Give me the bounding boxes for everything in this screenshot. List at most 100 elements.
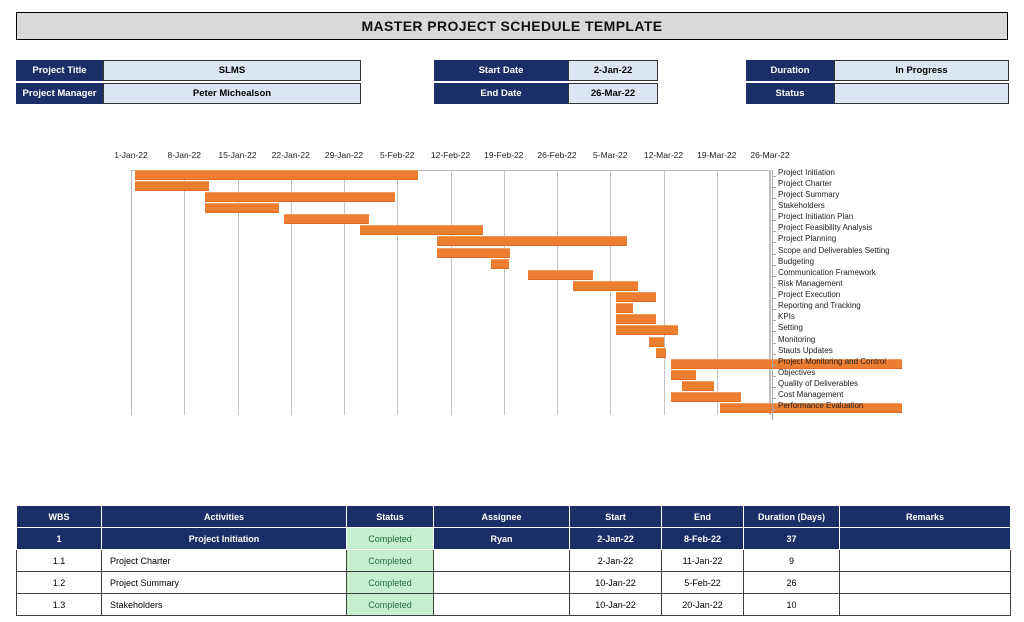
gantt-date-axis: 1-Jan-22 8-Jan-22 15-Jan-22 22-Jan-22 29-Jan… [0, 150, 1024, 168]
table-row[interactable]: 1.1 Project Charter Completed 2-Jan-22 11-Ja… [16, 549, 1011, 572]
axis-tick-label: 22-Jan-22 [271, 150, 310, 160]
gantt-bar[interactable] [528, 269, 593, 280]
gantt-bar[interactable] [360, 225, 483, 236]
table-row[interactable]: 1.3 Stakeholders Completed 10-Jan-22 20-Jan-… [16, 593, 1011, 616]
activities-table-wrapper: WBS Activities Status Assignee Start End Durat… [16, 505, 1011, 616]
table-cell-start: 10-Jan-22 [569, 593, 662, 616]
table-cell-remarks [839, 593, 1011, 616]
table-column-header: Status [346, 505, 434, 528]
axis-tick-label: 26-Mar-22 [750, 150, 790, 160]
gridline [770, 170, 771, 415]
status-row: Status [746, 83, 1009, 104]
gantt-task-label: Quality of Deliverables [778, 379, 859, 389]
gantt-task-label: Project Feasibility Analysis [778, 223, 873, 233]
axis-tick-label: 12-Mar-22 [643, 150, 684, 160]
task-tick-mark [772, 387, 776, 389]
project-title-value[interactable]: SLMS [103, 60, 361, 81]
status-info-block: Duration In Progress Status [746, 60, 1009, 104]
table-column-header: Remarks [839, 505, 1011, 528]
gantt-bar[interactable] [491, 258, 509, 269]
task-tick-mark [772, 364, 776, 366]
project-manager-value[interactable]: Peter Michealson [103, 83, 361, 104]
end-date-row: End Date 26-Mar-22 [434, 83, 658, 104]
dates-info-block: Start Date 2-Jan-22 End Date 26-Mar-22 [434, 60, 658, 104]
table-row[interactable]: 1.2 Project Summary Completed 10-Jan-22 5-Fe… [16, 571, 1011, 594]
gantt-bar[interactable] [616, 314, 656, 325]
gantt-bar[interactable] [616, 303, 633, 314]
project-manager-row: Project Manager Peter Michealson [16, 83, 361, 104]
gridline [503, 170, 505, 415]
gantt-task-label: Monitoring [778, 334, 816, 344]
end-date-value[interactable]: 26-Mar-22 [568, 83, 658, 104]
gantt-task-label: Scope and Deliverables Setting [778, 245, 890, 255]
table-column-header: Start [569, 505, 662, 528]
gantt-task-label: Reporting and Tracking [778, 301, 861, 311]
gantt-bar[interactable] [656, 347, 666, 358]
gantt-bar[interactable] [437, 247, 510, 258]
table-cell-status: Completed [346, 593, 434, 616]
table-cell-wbs: 1.3 [16, 593, 102, 616]
table-cell-duration: 37 [743, 527, 840, 550]
task-tick-mark [772, 186, 776, 188]
task-tick-mark [772, 286, 776, 288]
table-cell-remarks [839, 527, 1011, 550]
task-tick-mark [772, 309, 776, 311]
gantt-bar[interactable] [649, 336, 664, 347]
table-cell-end: 5-Feb-22 [661, 571, 744, 594]
gantt-task-label: Communication Framework [778, 267, 876, 277]
status-value[interactable] [834, 83, 1009, 104]
axis-tick-label: 12-Feb-22 [430, 150, 471, 160]
table-cell-status: Completed [346, 571, 434, 594]
table-cell-end: 8-Feb-22 [661, 527, 744, 550]
gantt-task-label: Project Planning [778, 234, 837, 244]
duration-row: Duration In Progress [746, 60, 1009, 81]
table-cell-start: 2-Jan-22 [569, 527, 662, 550]
table-header-row: WBS Activities Status Assignee Start End Durat… [16, 505, 1011, 528]
gantt-chart: 1-Jan-22 8-Jan-22 15-Jan-22 22-Jan-22 29-Jan… [0, 150, 1024, 480]
axis-tick-label: 29-Jan-22 [324, 150, 364, 160]
axis-tick-label: 8-Jan-22 [167, 150, 202, 160]
gridline [450, 170, 452, 415]
gantt-bar[interactable] [616, 325, 678, 336]
gantt-bar[interactable] [135, 180, 209, 191]
table-column-header: Duration (Days) [743, 505, 840, 528]
activities-table: WBS Activities Status Assignee Start End Durat… [16, 505, 1011, 616]
task-tick-mark [772, 197, 776, 199]
gantt-plot-area [131, 169, 902, 415]
gantt-bar[interactable] [682, 381, 714, 392]
gantt-bar[interactable] [205, 191, 395, 202]
gantt-task-label: Stakeholders [778, 200, 825, 210]
table-row[interactable]: 1 Project Initiation Completed Ryan 2-Jan-22… [16, 527, 1011, 550]
table-cell-assignee: Ryan [433, 527, 570, 550]
axis-tick-label: 5-Mar-22 [593, 150, 628, 160]
axis-tick-label: 26-Feb-22 [537, 150, 577, 160]
task-tick-mark [772, 253, 776, 255]
gantt-bar[interactable] [135, 169, 418, 180]
table-column-header: Activities [101, 505, 347, 528]
table-cell-wbs: 1.1 [16, 549, 102, 572]
table-cell-remarks [839, 571, 1011, 594]
table-cell-duration: 10 [743, 593, 840, 616]
gantt-task-label: Performance Evaluation [778, 401, 864, 411]
task-tick-mark [772, 175, 776, 177]
page-title: MASTER PROJECT SCHEDULE TEMPLATE [361, 18, 663, 34]
gridline [397, 170, 399, 415]
gantt-bar[interactable] [671, 392, 741, 403]
gantt-bar[interactable] [616, 292, 656, 303]
end-date-label: End Date [434, 83, 568, 104]
gantt-bar[interactable] [671, 370, 696, 381]
start-date-value[interactable]: 2-Jan-22 [568, 60, 658, 81]
gantt-task-label: Stauts Updates [778, 345, 833, 355]
gantt-task-label-axis: Project Initiation Project Charter Project… [772, 168, 1022, 420]
table-cell-activity: Project Charter [101, 549, 347, 572]
axis-tick-label: 1-Jan-22 [114, 150, 148, 160]
gantt-task-label: Project Execution [778, 290, 841, 300]
duration-value[interactable]: In Progress [834, 60, 1009, 81]
gantt-bar[interactable] [573, 280, 638, 291]
task-tick-mark [772, 298, 776, 300]
gantt-bar[interactable] [437, 236, 627, 247]
gantt-bar[interactable] [205, 202, 279, 213]
table-cell-activity: Project Initiation [101, 527, 347, 550]
gridline [557, 170, 558, 415]
gantt-bar[interactable] [284, 214, 369, 225]
